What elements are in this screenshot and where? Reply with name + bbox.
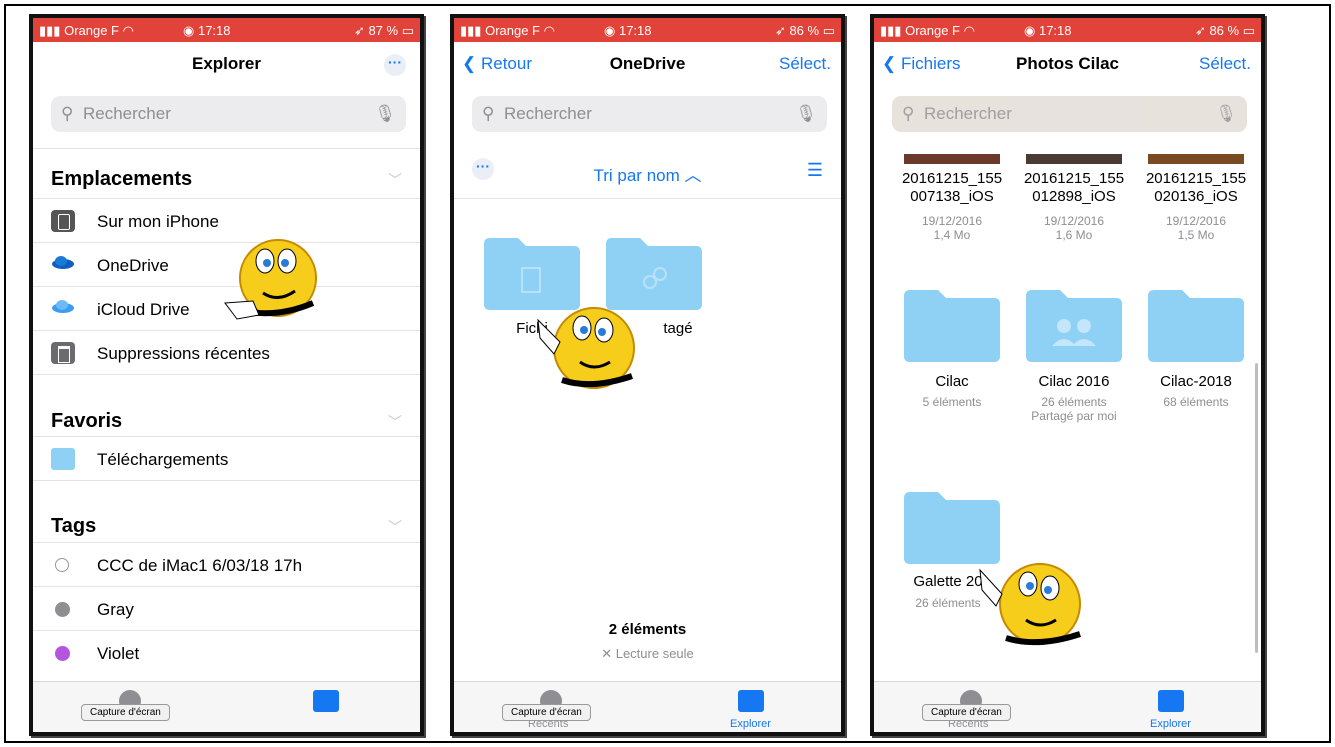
status-bar: ▮▮▮ Orange F ◠ ◉ 17:18 ➶ 86 % ▭ xyxy=(874,18,1261,42)
tab-explorer[interactable]: Explorer xyxy=(1150,718,1191,730)
folder-count: 26 éléments xyxy=(1041,395,1107,409)
folder-icon xyxy=(904,290,1000,362)
chevron-down-icon[interactable]: ﹀ xyxy=(388,517,402,537)
folder-icon xyxy=(1148,290,1244,362)
select-button[interactable]: Sélect. xyxy=(1199,54,1251,74)
nav-bar: ❮ Retour OneDrive Sélect. xyxy=(454,42,841,86)
more-icon[interactable]: ··· xyxy=(384,54,406,76)
pointing-emoji xyxy=(537,307,635,389)
photo-name: 20161215_155 020136_iOS xyxy=(1145,170,1247,205)
folder-label: Cilac xyxy=(935,373,969,390)
clock: ◉ 17:18 xyxy=(1024,23,1072,38)
trash-icon xyxy=(51,342,75,364)
downloads-folder-icon xyxy=(51,448,75,470)
phone-explorer: ▮▮▮ Orange F ◠ ◉ 17:18 ➶ 87 % ▭ Explorer… xyxy=(29,14,424,736)
carrier: ▮▮▮ Orange F ◠ xyxy=(460,23,555,38)
section-tags: Tags xyxy=(51,515,97,537)
clock: ◉ 17:18 xyxy=(183,23,231,38)
screenshot-tooltip: Capture d'écran xyxy=(922,704,1011,721)
folder-icon[interactable] xyxy=(1158,690,1184,712)
item-count: 2 éléments xyxy=(608,621,687,638)
folder-label: Cilac 2016 xyxy=(1038,373,1110,390)
section-locations: Emplacements xyxy=(51,168,193,190)
status-bar: ▮▮▮ Orange F ◠ ◉ 17:18 ➶ 86 % ▭ xyxy=(454,18,841,42)
sort-button[interactable]: Tri par nom ︿ xyxy=(454,161,841,186)
photo-name: 20161215_155 007138_iOS xyxy=(901,170,1003,205)
photo-thumbnail[interactable] xyxy=(1026,154,1122,164)
tag-row[interactable]: Gray xyxy=(33,586,420,631)
pointing-emoji xyxy=(979,563,1081,646)
folder-cilac-2018[interactable] xyxy=(1148,290,1244,362)
mic-icon[interactable]: 🎙 xyxy=(1215,104,1237,124)
onedrive-icon xyxy=(51,254,75,276)
mic-icon[interactable]: 🎙 xyxy=(374,104,396,124)
status-bar: ▮▮▮ Orange F ◠ ◉ 17:18 ➶ 87 % ▭ xyxy=(33,18,420,42)
divider xyxy=(33,148,420,149)
photo-thumbnail[interactable] xyxy=(904,154,1000,164)
folder-cilac[interactable] xyxy=(904,290,1000,362)
favorite-downloads[interactable]: Téléchargements xyxy=(33,436,420,481)
carrier: ▮▮▮ Orange F ◠ xyxy=(39,23,134,38)
tab-explorer[interactable]: Explorer xyxy=(730,718,771,730)
battery: ➶ 87 % ▭ xyxy=(353,23,414,38)
tag-row[interactable]: CCC de iMac1 6/03/18 17h xyxy=(33,542,420,587)
list-view-icon[interactable]: ☰ xyxy=(807,160,823,181)
phone-onedrive: ▮▮▮ Orange F ◠ ◉ 17:18 ➶ 86 % ▭ ❮ Retour… xyxy=(450,14,845,736)
search-icon: ⚲ xyxy=(482,104,495,123)
folder-count: 68 éléments xyxy=(1163,395,1229,409)
battery: ➶ 86 % ▭ xyxy=(774,23,835,38)
mic-icon[interactable]: 🎙 xyxy=(795,104,817,124)
tab-bar: Capture d'écran xyxy=(33,681,420,732)
divider xyxy=(33,374,420,375)
tag-row[interactable]: Violet xyxy=(33,630,420,675)
battery: ➶ 86 % ▭ xyxy=(1194,23,1255,38)
section-favorites: Favoris xyxy=(51,410,123,432)
nav-bar: ❮ Fichiers Photos Cilac Sélect. xyxy=(874,42,1261,86)
shared-folder-icon xyxy=(1026,290,1122,362)
tab-bar: Récents Explorer Capture d'écran xyxy=(454,681,841,732)
pointing-emoji xyxy=(224,239,317,320)
search-input[interactable]: ⚲ Rechercher 🎙 xyxy=(472,96,827,132)
tag-color-dot xyxy=(55,646,70,661)
search-icon: ⚲ xyxy=(61,104,74,123)
icloud-icon xyxy=(51,298,75,320)
carrier: ▮▮▮ Orange F ◠ xyxy=(880,23,975,38)
folder-icon[interactable] xyxy=(313,690,339,712)
search-input[interactable]: ⚲ Rechercher 🎙 xyxy=(892,96,1247,132)
scrollbar[interactable] xyxy=(1255,363,1258,653)
divider xyxy=(454,198,841,199)
select-button[interactable]: Sélect. xyxy=(779,54,831,74)
screenshot-tooltip: Capture d'écran xyxy=(81,704,170,721)
screenshot-tooltip: Capture d'écran xyxy=(502,704,591,721)
tag-color-dot xyxy=(55,602,70,617)
search-icon: ⚲ xyxy=(902,104,915,123)
divider xyxy=(33,480,420,481)
photo-meta: 19/12/2016 1,6 Mo xyxy=(1043,214,1105,242)
tag-color-dot xyxy=(55,558,69,572)
location-trash[interactable]: Suppressions récentes xyxy=(33,330,420,375)
chevron-down-icon[interactable]: ﹀ xyxy=(388,170,402,190)
search-input[interactable]: ⚲ Rechercher 🎙 xyxy=(51,96,406,132)
folder-label: Cilac-2018 xyxy=(1160,373,1232,390)
photo-name: 20161215_155 012898_iOS xyxy=(1023,170,1125,205)
nav-bar: Explorer ··· xyxy=(33,42,420,86)
chevron-down-icon[interactable]: ﹀ xyxy=(388,412,402,432)
folder-icon[interactable] xyxy=(738,690,764,712)
folder-cilac-2016[interactable] xyxy=(1026,290,1122,362)
phone-photos-cilac: ▮▮▮ Orange F ◠ ◉ 17:18 ➶ 86 % ▭ ❮ Fichie… xyxy=(870,14,1265,736)
photo-thumbnail[interactable] xyxy=(1148,154,1244,164)
readonly-note: ✕ Lecture seule xyxy=(601,646,694,661)
photo-meta: 19/12/2016 1,4 Mo xyxy=(921,214,983,242)
folder-shared-note: Partagé par moi xyxy=(1031,409,1117,423)
clock: ◉ 17:18 xyxy=(604,23,652,38)
tab-bar: Récents Explorer Capture d'écran xyxy=(874,681,1261,732)
photo-meta: 19/12/2016 1,5 Mo xyxy=(1165,214,1227,242)
folder-count: 5 éléments xyxy=(922,395,982,409)
page-title: Explorer xyxy=(192,54,261,73)
iphone-icon xyxy=(51,210,75,232)
